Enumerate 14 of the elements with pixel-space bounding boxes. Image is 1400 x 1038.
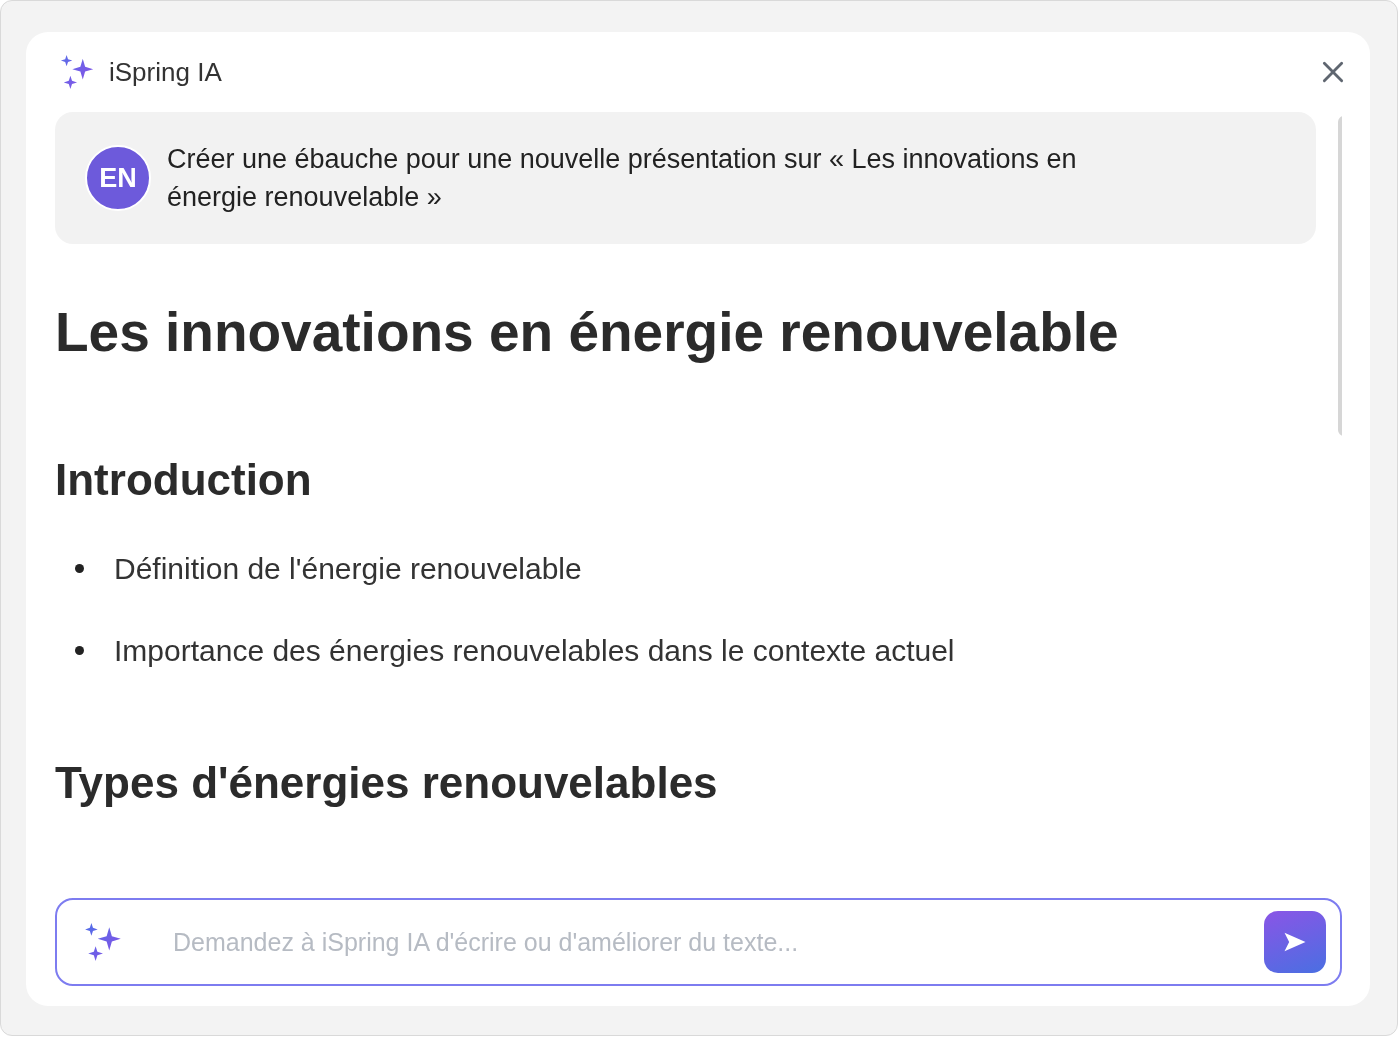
section-heading: Introduction [55, 454, 313, 506]
section-heading: Types d'énergies renouvelables [55, 757, 719, 809]
bullet-text: Importance des énergies renouvelables dans le contexte actuel [114, 633, 955, 669]
user-avatar: EN [85, 145, 151, 211]
close-icon [1320, 59, 1346, 85]
bullet-icon [75, 646, 84, 655]
document-title: Les innovations en énergie renouvelable [55, 300, 1120, 364]
panel-title: iSpring IA [109, 56, 222, 88]
prompt-bar[interactable]: Demandez à iSpring IA d'écrire ou d'améliorer du texte... [55, 898, 1342, 986]
bullet-text: Définition de l'énergie renouvelable [114, 551, 582, 587]
bullet-icon [75, 564, 84, 573]
prompt-text: Créer une ébauche pour une nouvelle présentation sur « Les innovations en énergie renouvelable » [167, 143, 1078, 214]
prompt-field[interactable]: Demandez à iSpring IA d'écrire ou d'améliorer du texte... [171, 926, 1218, 958]
send-button[interactable] [1264, 911, 1326, 973]
